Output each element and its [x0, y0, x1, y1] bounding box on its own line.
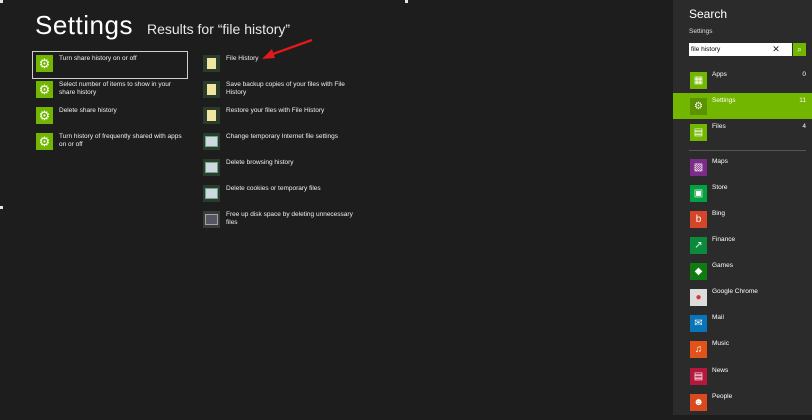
apps-icon: ▦ [690, 72, 707, 89]
news-icon: ▤ [690, 368, 707, 385]
search-pane-title: Search [689, 7, 728, 21]
result-item[interactable]: ⚙ Turn history of frequently shared with… [33, 130, 187, 156]
category-count: 0 [802, 71, 806, 78]
app-label: Bing [712, 210, 726, 217]
divider [689, 150, 806, 151]
results-column-2: File History Save backup copies of your … [200, 52, 360, 234]
people-icon: ☻ [690, 394, 707, 411]
selection-handle [405, 0, 408, 3]
results-subtitle: Results for “file history” [146, 21, 291, 37]
result-label: Select number of items to show in your s… [59, 81, 171, 96]
category-files[interactable]: ▤ Files 4 [673, 119, 812, 145]
mail-icon: ✉ [690, 315, 707, 332]
result-item[interactable]: Change temporary Internet file settings [200, 130, 360, 156]
app-item-bing[interactable]: b Bing [673, 210, 812, 237]
search-icon: ⌕ [797, 44, 802, 54]
app-label: News [712, 367, 729, 374]
category-label: Settings [712, 97, 736, 104]
page-header: Settings Results for “file history” [35, 10, 290, 41]
result-item[interactable]: Restore your files with File History [200, 104, 360, 130]
search-input[interactable] [689, 44, 771, 55]
result-label: Turn history of frequently shared with a… [59, 133, 182, 148]
category-label: Files [712, 123, 726, 130]
file-history-icon [203, 81, 220, 98]
chrome-icon: ● [690, 289, 707, 306]
app-label: People [712, 393, 733, 400]
result-label: Change temporary Internet file settings [226, 133, 339, 140]
music-icon: ♫ [690, 341, 707, 358]
app-label: Mail [712, 314, 724, 321]
result-label: Delete cookies or temporary files [226, 185, 321, 192]
result-item[interactable]: ⚙ Turn share history on or off [32, 51, 188, 79]
category-apps[interactable]: ▦ Apps 0 [673, 67, 812, 93]
file-history-icon [203, 107, 220, 124]
category-settings[interactable]: ⚙ Settings 11 [673, 93, 812, 119]
result-item[interactable]: ⚙ Select number of items to show in your… [33, 78, 187, 104]
file-history-icon [203, 55, 220, 72]
app-label: Google Chrome [712, 288, 758, 295]
app-item-games[interactable]: ◆ Games [673, 262, 812, 289]
maps-icon: ▧ [690, 159, 707, 176]
search-box: ✕ [689, 43, 792, 56]
app-item-maps[interactable]: ▧ Maps [673, 158, 812, 185]
selection-handle [0, 206, 3, 209]
result-label: Turn share history on or off [59, 55, 137, 62]
app-label: Games [712, 262, 733, 269]
app-item-people[interactable]: ☻ People [673, 393, 812, 420]
disk-cleanup-icon [203, 211, 220, 228]
store-icon: ▣ [690, 185, 707, 202]
gear-icon: ⚙ [690, 98, 707, 115]
app-item-google-chrome[interactable]: ● Google Chrome [673, 288, 812, 315]
category-count: 4 [802, 123, 806, 130]
result-label: Delete share history [59, 107, 117, 114]
search-scope-label: Settings [689, 28, 713, 35]
app-label: Store [712, 184, 728, 191]
files-icon: ▤ [690, 124, 707, 141]
app-label: Maps [712, 158, 728, 165]
app-item-music[interactable]: ♫ Music [673, 340, 812, 367]
app-item-store[interactable]: ▣ Store [673, 184, 812, 211]
app-label: Music [712, 340, 729, 347]
app-item-news[interactable]: ▤ News [673, 367, 812, 394]
result-item[interactable]: Delete cookies or temporary files [200, 182, 360, 208]
result-item[interactable]: Save backup copies of your files with Fi… [200, 78, 360, 104]
result-label: Save backup copies of your files with Fi… [226, 81, 345, 96]
result-item[interactable]: Free up disk space by deleting unnecessa… [200, 208, 360, 234]
result-item[interactable]: ⚙ Delete share history [33, 104, 187, 130]
category-label: Apps [712, 71, 727, 78]
category-count: 11 [799, 97, 806, 104]
app-label: Finance [712, 236, 736, 243]
annotation-arrow-icon [262, 38, 313, 59]
games-icon: ◆ [690, 263, 707, 280]
gear-icon: ⚙ [36, 133, 53, 150]
internet-options-icon [203, 133, 220, 150]
result-label: Delete browsing history [226, 159, 294, 166]
results-column-1: ⚙ Turn share history on or off ⚙ Select … [32, 51, 188, 156]
clear-icon[interactable]: ✕ [771, 44, 781, 55]
internet-options-icon [203, 185, 220, 202]
result-item[interactable]: Delete browsing history [200, 156, 360, 182]
result-label: Restore your files with File History [226, 107, 325, 114]
selection-handle [0, 0, 3, 3]
gear-icon: ⚙ [36, 107, 53, 124]
bing-icon: b [690, 211, 707, 228]
app-item-mail[interactable]: ✉ Mail [673, 314, 812, 341]
gear-icon: ⚙ [36, 81, 53, 98]
app-item-finance[interactable]: ↗ Finance [673, 236, 812, 263]
result-label: File History [226, 55, 259, 62]
result-label: Free up disk space by deleting unnecessa… [226, 211, 353, 226]
gear-icon: ⚙ [36, 55, 53, 72]
search-charm-pane: Search Settings ✕ ⌕ ▦ Apps 0 ⚙ Settings … [673, 0, 812, 415]
finance-icon: ↗ [690, 237, 707, 254]
internet-options-icon [203, 159, 220, 176]
search-button[interactable]: ⌕ [793, 43, 806, 56]
page-title: Settings [35, 10, 133, 40]
